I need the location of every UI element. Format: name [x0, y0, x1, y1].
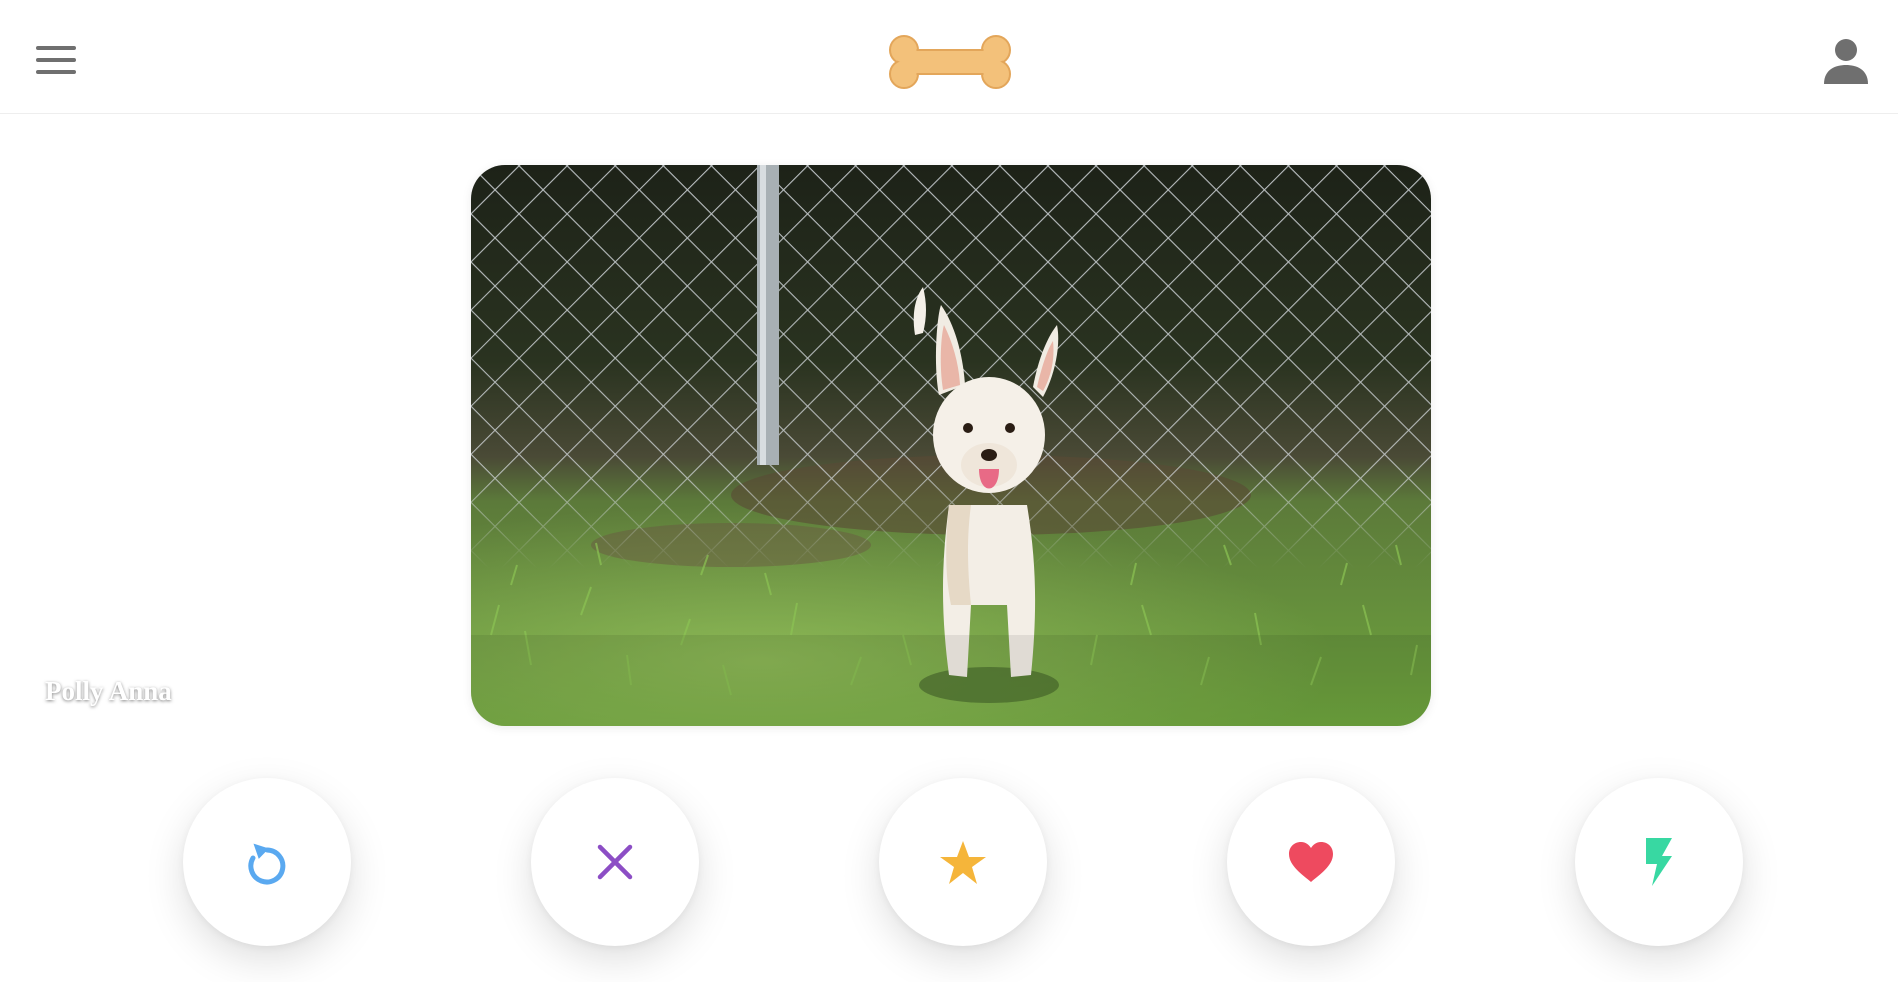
- rewind-button[interactable]: [183, 778, 351, 946]
- close-icon: [597, 844, 633, 880]
- like-button[interactable]: [1227, 778, 1395, 946]
- rewind-icon: [248, 843, 286, 885]
- heart-icon: [1289, 842, 1333, 882]
- person-icon[interactable]: [1822, 38, 1870, 84]
- super-like-button[interactable]: [879, 778, 1047, 946]
- pet-profile-card[interactable]: [471, 165, 1431, 726]
- top-bar: [0, 0, 1898, 114]
- hamburger-menu-icon[interactable]: [36, 46, 76, 74]
- nope-button[interactable]: [531, 778, 699, 946]
- boost-button[interactable]: [1575, 778, 1743, 946]
- bone-logo-icon[interactable]: [886, 34, 1014, 90]
- star-icon: [940, 841, 986, 884]
- lightning-icon: [1646, 838, 1672, 886]
- dog-photo: [471, 165, 1431, 726]
- pet-name-label: Polly Anna: [45, 676, 172, 706]
